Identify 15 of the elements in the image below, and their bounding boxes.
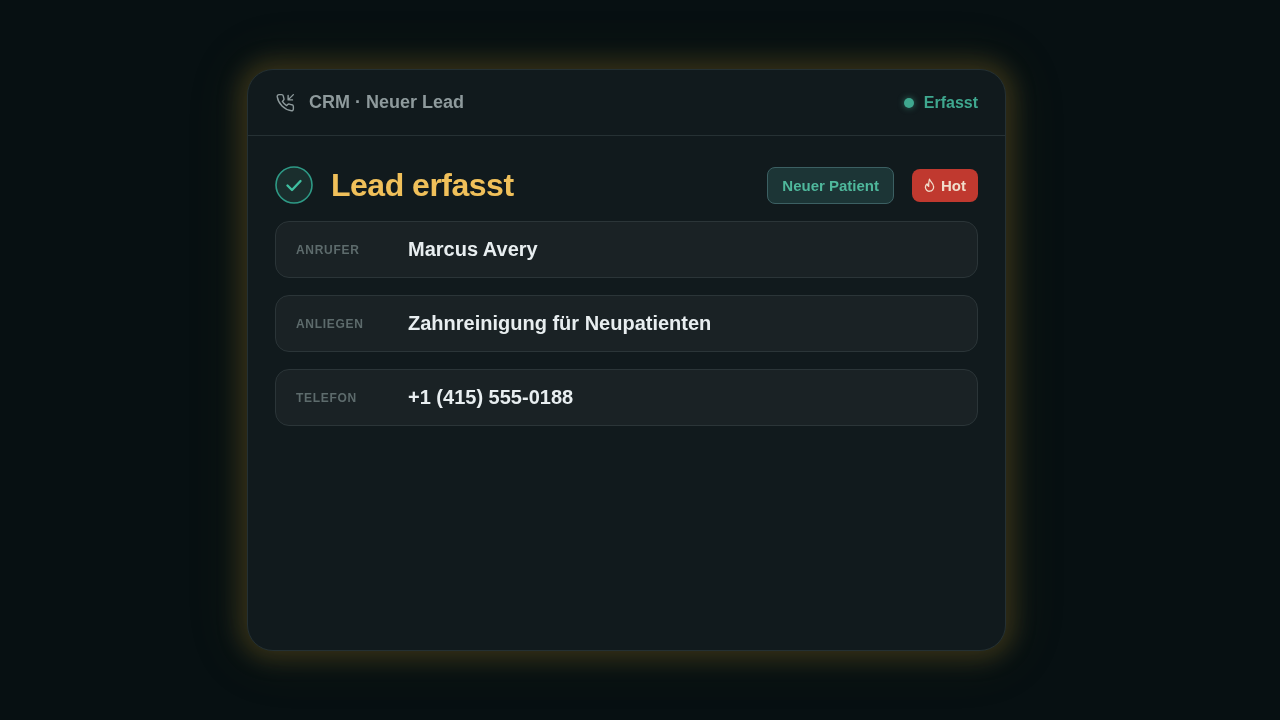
- check-circle-icon: [275, 166, 313, 204]
- field-value: Zahnreinigung für Neupatienten: [408, 312, 712, 335]
- lead-title: Lead erfasst: [331, 166, 514, 204]
- status-label: Erfasst: [923, 93, 978, 112]
- field-value: Marcus Avery: [408, 238, 538, 261]
- tag-badge: Hot: [912, 168, 978, 202]
- incoming-call-icon: [275, 92, 296, 113]
- field-value: +1 (415) 555-0188: [408, 386, 574, 409]
- tag-badge: Neuer Patient: [767, 166, 894, 204]
- header-title: CRM · Neuer Lead: [309, 92, 465, 113]
- field-label: ANLIEGEN: [296, 316, 365, 331]
- status-dot-icon: [903, 97, 914, 108]
- flame-icon: [924, 177, 935, 193]
- field-label: TELEFON: [296, 390, 358, 405]
- field-label: ANRUFER: [296, 242, 361, 257]
